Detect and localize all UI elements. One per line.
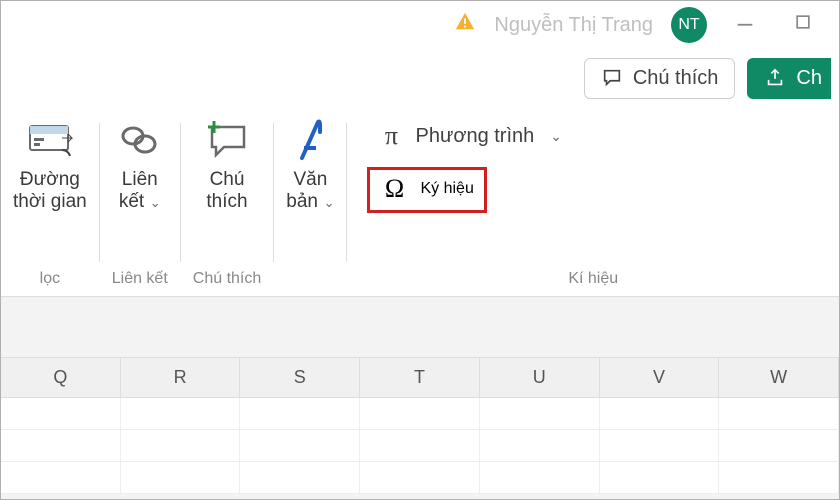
comments-group: Chú thích Chú thích — [181, 117, 273, 296]
column-header[interactable]: T — [360, 358, 480, 398]
cell[interactable] — [1, 430, 121, 462]
cell[interactable] — [360, 430, 480, 462]
action-bar: Chú thích Ch — [1, 49, 839, 107]
minimize-button[interactable] — [725, 11, 765, 39]
pi-icon: π — [377, 121, 405, 151]
column-header[interactable]: V — [600, 358, 720, 398]
link-label-1: Liên — [119, 169, 161, 191]
spreadsheet: Q R S T U V W — [1, 357, 839, 494]
equation-button[interactable]: π Phương trình ⌄ — [367, 117, 572, 155]
equation-label: Phương trình — [415, 125, 534, 148]
cell[interactable] — [240, 430, 360, 462]
chevron-down-icon: ⌄ — [320, 195, 335, 210]
timeline-label-2: thời gian — [13, 191, 87, 213]
column-header[interactable]: R — [121, 358, 241, 398]
column-headers: Q R S T U V W — [1, 358, 839, 398]
cell[interactable] — [480, 430, 600, 462]
timeline-button[interactable]: Đường thời gian — [13, 117, 87, 213]
symbol-label: Ký hiệu — [420, 180, 473, 198]
text-label-1: Văn — [286, 169, 334, 191]
cell[interactable] — [600, 430, 720, 462]
link-label-2: kết — [119, 191, 144, 212]
share-button[interactable]: Ch — [747, 58, 831, 99]
text-group-label — [308, 270, 312, 296]
cell[interactable] — [480, 398, 600, 430]
avatar[interactable]: NT — [671, 7, 707, 43]
comment-label-1: Chú — [206, 169, 247, 191]
username-label: Nguyễn Thị Trang — [494, 14, 653, 37]
timeline-label-1: Đường — [13, 169, 87, 191]
chevron-down-icon: ⌄ — [146, 195, 161, 210]
cell[interactable] — [719, 430, 839, 462]
comments-button[interactable]: Chú thích — [584, 58, 736, 99]
text-group: Văn bản ⌄ — [274, 117, 346, 296]
links-group-label: Liên kết — [112, 270, 168, 296]
filters-group-label: lọc — [40, 270, 60, 296]
cell[interactable] — [719, 462, 839, 494]
column-header[interactable]: W — [719, 358, 839, 398]
cell[interactable] — [240, 462, 360, 494]
column-header[interactable]: Q — [1, 358, 121, 398]
cell[interactable] — [1, 462, 121, 494]
maximize-button[interactable] — [783, 12, 823, 38]
link-button[interactable]: Liên kết ⌄ — [117, 117, 163, 213]
link-icon — [117, 117, 163, 163]
comments-group-label: Chú thích — [193, 270, 261, 296]
cell[interactable] — [480, 462, 600, 494]
cell[interactable] — [1, 398, 121, 430]
cell[interactable] — [121, 398, 241, 430]
cell[interactable] — [360, 462, 480, 494]
links-group: Liên kết ⌄ Liên kết — [100, 117, 180, 296]
table-row — [1, 462, 839, 494]
cell[interactable] — [360, 398, 480, 430]
comment-button[interactable]: Chú thích — [202, 117, 252, 213]
symbols-group-label: Kí hiệu — [359, 270, 827, 296]
share-icon — [764, 67, 786, 89]
timeline-icon — [26, 117, 74, 163]
new-comment-icon — [202, 117, 252, 163]
text-button[interactable]: Văn bản ⌄ — [286, 117, 334, 213]
comment-label-2: thích — [206, 191, 247, 213]
cell[interactable] — [600, 462, 720, 494]
omega-icon: Ω — [380, 174, 408, 204]
symbols-group: π Phương trình ⌄ Ω Ký hiệu Kí hiệu — [347, 117, 839, 296]
cell[interactable] — [121, 462, 241, 494]
table-row — [1, 430, 839, 462]
title-bar: Nguyễn Thị Trang NT — [1, 1, 839, 49]
ribbon: Đường thời gian lọc Liên kết ⌄ Liên kết — [1, 107, 839, 297]
comments-button-label: Chú thích — [633, 67, 719, 90]
cell[interactable] — [121, 430, 241, 462]
cell[interactable] — [240, 398, 360, 430]
symbol-button[interactable]: Ω Ký hiệu — [367, 167, 486, 213]
text-icon — [290, 117, 330, 163]
comment-bubble-icon — [601, 67, 623, 89]
column-header[interactable]: S — [240, 358, 360, 398]
share-button-label: Ch — [796, 67, 822, 90]
warning-icon — [454, 11, 476, 39]
filters-group: Đường thời gian lọc — [1, 117, 99, 296]
cell[interactable] — [600, 398, 720, 430]
text-label-2: bản — [286, 191, 318, 212]
grid-rows — [1, 398, 839, 494]
table-row — [1, 398, 839, 430]
column-header[interactable]: U — [480, 358, 600, 398]
cell[interactable] — [719, 398, 839, 430]
chevron-down-icon: ⌄ — [550, 128, 562, 145]
